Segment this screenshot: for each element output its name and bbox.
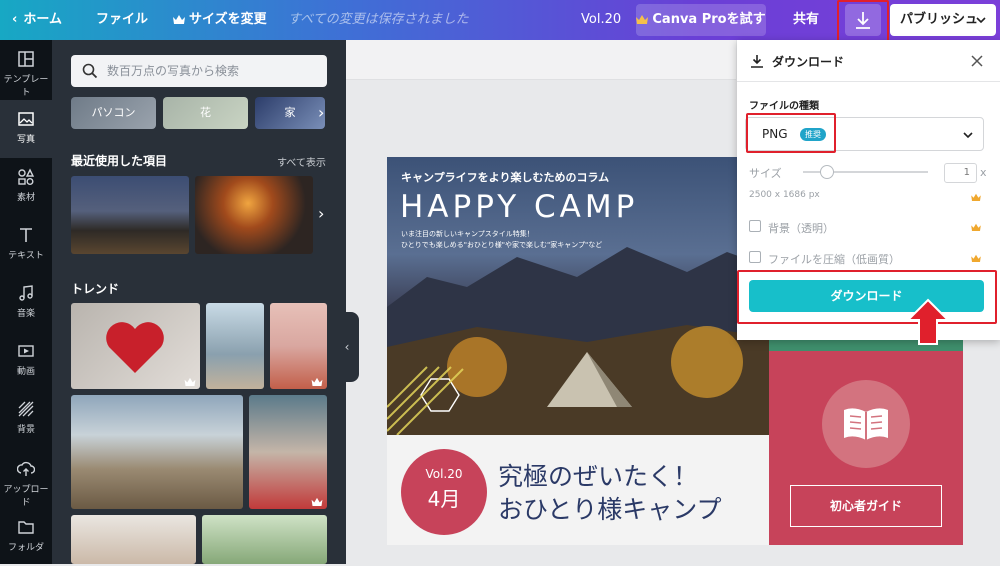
highlight-file-type — [746, 113, 836, 153]
dimensions-text: 2500 x 1686 px — [749, 190, 820, 200]
collapse-panel-button[interactable]: ‹ — [335, 312, 359, 382]
headline-small: キャンプライフをより楽しむためのコラム — [401, 171, 610, 184]
arrow-up-icon — [906, 298, 950, 345]
size-label: サイズ — [749, 167, 782, 180]
chevron-right-icon[interactable]: › — [318, 204, 324, 223]
recent-photo-camp[interactable] — [71, 176, 189, 254]
sidebar-item-music[interactable]: 音楽 — [0, 274, 52, 332]
download-title: ダウンロード — [772, 55, 845, 69]
folder-icon — [18, 521, 34, 534]
book-icon — [844, 408, 888, 440]
try-pro-button[interactable]: Canva Proを試す — [636, 4, 766, 36]
trend-photo-woman-laughing[interactable] — [270, 303, 327, 389]
download-icon — [751, 55, 763, 68]
sidebar-item-text[interactable]: テキスト — [0, 216, 52, 274]
month-circle: Vol.20 4月 — [401, 449, 487, 535]
vol-label: Vol.20 — [425, 467, 463, 481]
resize-button[interactable]: サイズを変更 — [173, 0, 267, 40]
crown-icon — [636, 15, 649, 24]
see-all-link[interactable]: すべて表示 — [277, 154, 326, 169]
sub-line-1: いま注目の新しいキャンプスタイル特集！ — [401, 230, 534, 238]
background-icon — [18, 401, 34, 417]
chip-house[interactable]: 家 — [255, 97, 325, 129]
share-button[interactable]: 共有 — [776, 4, 836, 36]
download-header: ダウンロード — [737, 40, 1000, 82]
upload-icon — [17, 461, 35, 476]
heart-shape — [106, 322, 164, 373]
trend-photo-picnic[interactable] — [202, 515, 327, 564]
transparent-checkbox[interactable] — [749, 220, 761, 232]
sub-line-2: ひとりでも楽しめる"おひとり様"や家で楽しむ"家キャンプ"など — [401, 241, 603, 249]
save-status: すべての変更は保存されました — [288, 12, 469, 27]
sidebar-item-folder[interactable]: フォルダ — [0, 508, 52, 566]
canvas-toolbar — [346, 40, 736, 80]
chip-pc[interactable]: パソコン — [71, 97, 156, 129]
crown-icon — [311, 497, 323, 506]
crown-icon — [184, 377, 196, 386]
search-icon — [82, 63, 98, 79]
size-input[interactable]: 1 — [944, 163, 977, 183]
crown-icon — [311, 377, 323, 386]
compress-checkbox[interactable] — [749, 251, 761, 263]
trend-photo-mountains[interactable] — [71, 395, 243, 509]
recent-title: 最近使用した項目 — [71, 154, 168, 168]
trend-photo-heart[interactable] — [71, 303, 200, 389]
photo-icon — [18, 112, 34, 126]
chevron-down-icon — [976, 17, 986, 24]
recent-photo-campfire[interactable] — [195, 176, 313, 254]
size-slider-handle[interactable] — [820, 165, 834, 179]
transparent-label: 背景（透明） — [768, 222, 834, 235]
sidebar-item-video[interactable]: 動画 — [0, 332, 52, 390]
book-badge — [822, 380, 910, 468]
size-slider[interactable] — [803, 165, 928, 179]
sidebar-item-upload[interactable]: アップロード — [0, 450, 52, 508]
close-icon[interactable] — [970, 54, 984, 68]
highlight-download-confirm — [737, 270, 997, 324]
chevron-down-icon — [963, 132, 973, 139]
text-icon — [20, 228, 32, 242]
video-icon — [18, 345, 34, 357]
camp-photo[interactable]: キャンプライフをより楽しむためのコラム HAPPY CAMP いま注目の新しいキ… — [387, 157, 769, 435]
elements-icon — [18, 168, 35, 185]
chevron-left-icon: ‹ — [344, 340, 350, 354]
trend-title: トレンド — [71, 282, 120, 296]
chevron-right-icon[interactable]: › — [318, 103, 324, 122]
search-input[interactable]: 数百万点の写真から検索 — [71, 55, 327, 87]
sidebar-item-background[interactable]: 背景 — [0, 390, 52, 448]
photos-panel: 数百万点の写真から検索 パソコン 花 家 › 最近使用した項目 すべて表示 › … — [52, 40, 346, 564]
size-suffix: x — [980, 166, 987, 179]
home-button[interactable]: ‹ ホーム — [12, 0, 62, 40]
crown-icon — [173, 15, 185, 24]
file-menu[interactable]: ファイル — [96, 0, 148, 40]
sidebar-item-photos[interactable]: 写真 — [0, 100, 52, 158]
title-line-2: おひとり様キャンプ — [498, 495, 722, 524]
file-type-label: ファイルの種類 — [749, 101, 819, 112]
music-icon — [19, 285, 33, 301]
left-sidebar: テンプレート 写真 素材 テキスト 音楽 動画 背景 アップロード フォルダ — [0, 40, 52, 564]
sidebar-item-elements[interactable]: 素材 — [0, 158, 52, 216]
guide-button[interactable]: 初心者ガイド — [790, 485, 942, 527]
headline-big: HAPPY CAMP — [400, 189, 639, 225]
trend-photo-woman-phone[interactable] — [71, 515, 196, 564]
template-icon — [18, 51, 34, 67]
sidebar-item-templates[interactable]: テンプレート — [0, 40, 52, 98]
crown-icon — [971, 193, 981, 201]
document-title[interactable]: Vol.20 — [581, 0, 621, 40]
title-line-1: 究極のぜいたく！ — [498, 462, 699, 491]
publish-button[interactable]: パブリッシュ — [890, 4, 996, 36]
month-label: 4月 — [427, 487, 461, 511]
crown-icon — [971, 223, 981, 231]
trend-photo-woman-beach[interactable] — [206, 303, 264, 389]
trend-photo-child[interactable] — [249, 395, 327, 509]
chip-flower[interactable]: 花 — [163, 97, 248, 129]
crown-icon — [971, 254, 981, 262]
chevron-left-icon: ‹ — [12, 12, 18, 27]
compress-label: ファイルを圧縮（低画質） — [768, 253, 900, 266]
